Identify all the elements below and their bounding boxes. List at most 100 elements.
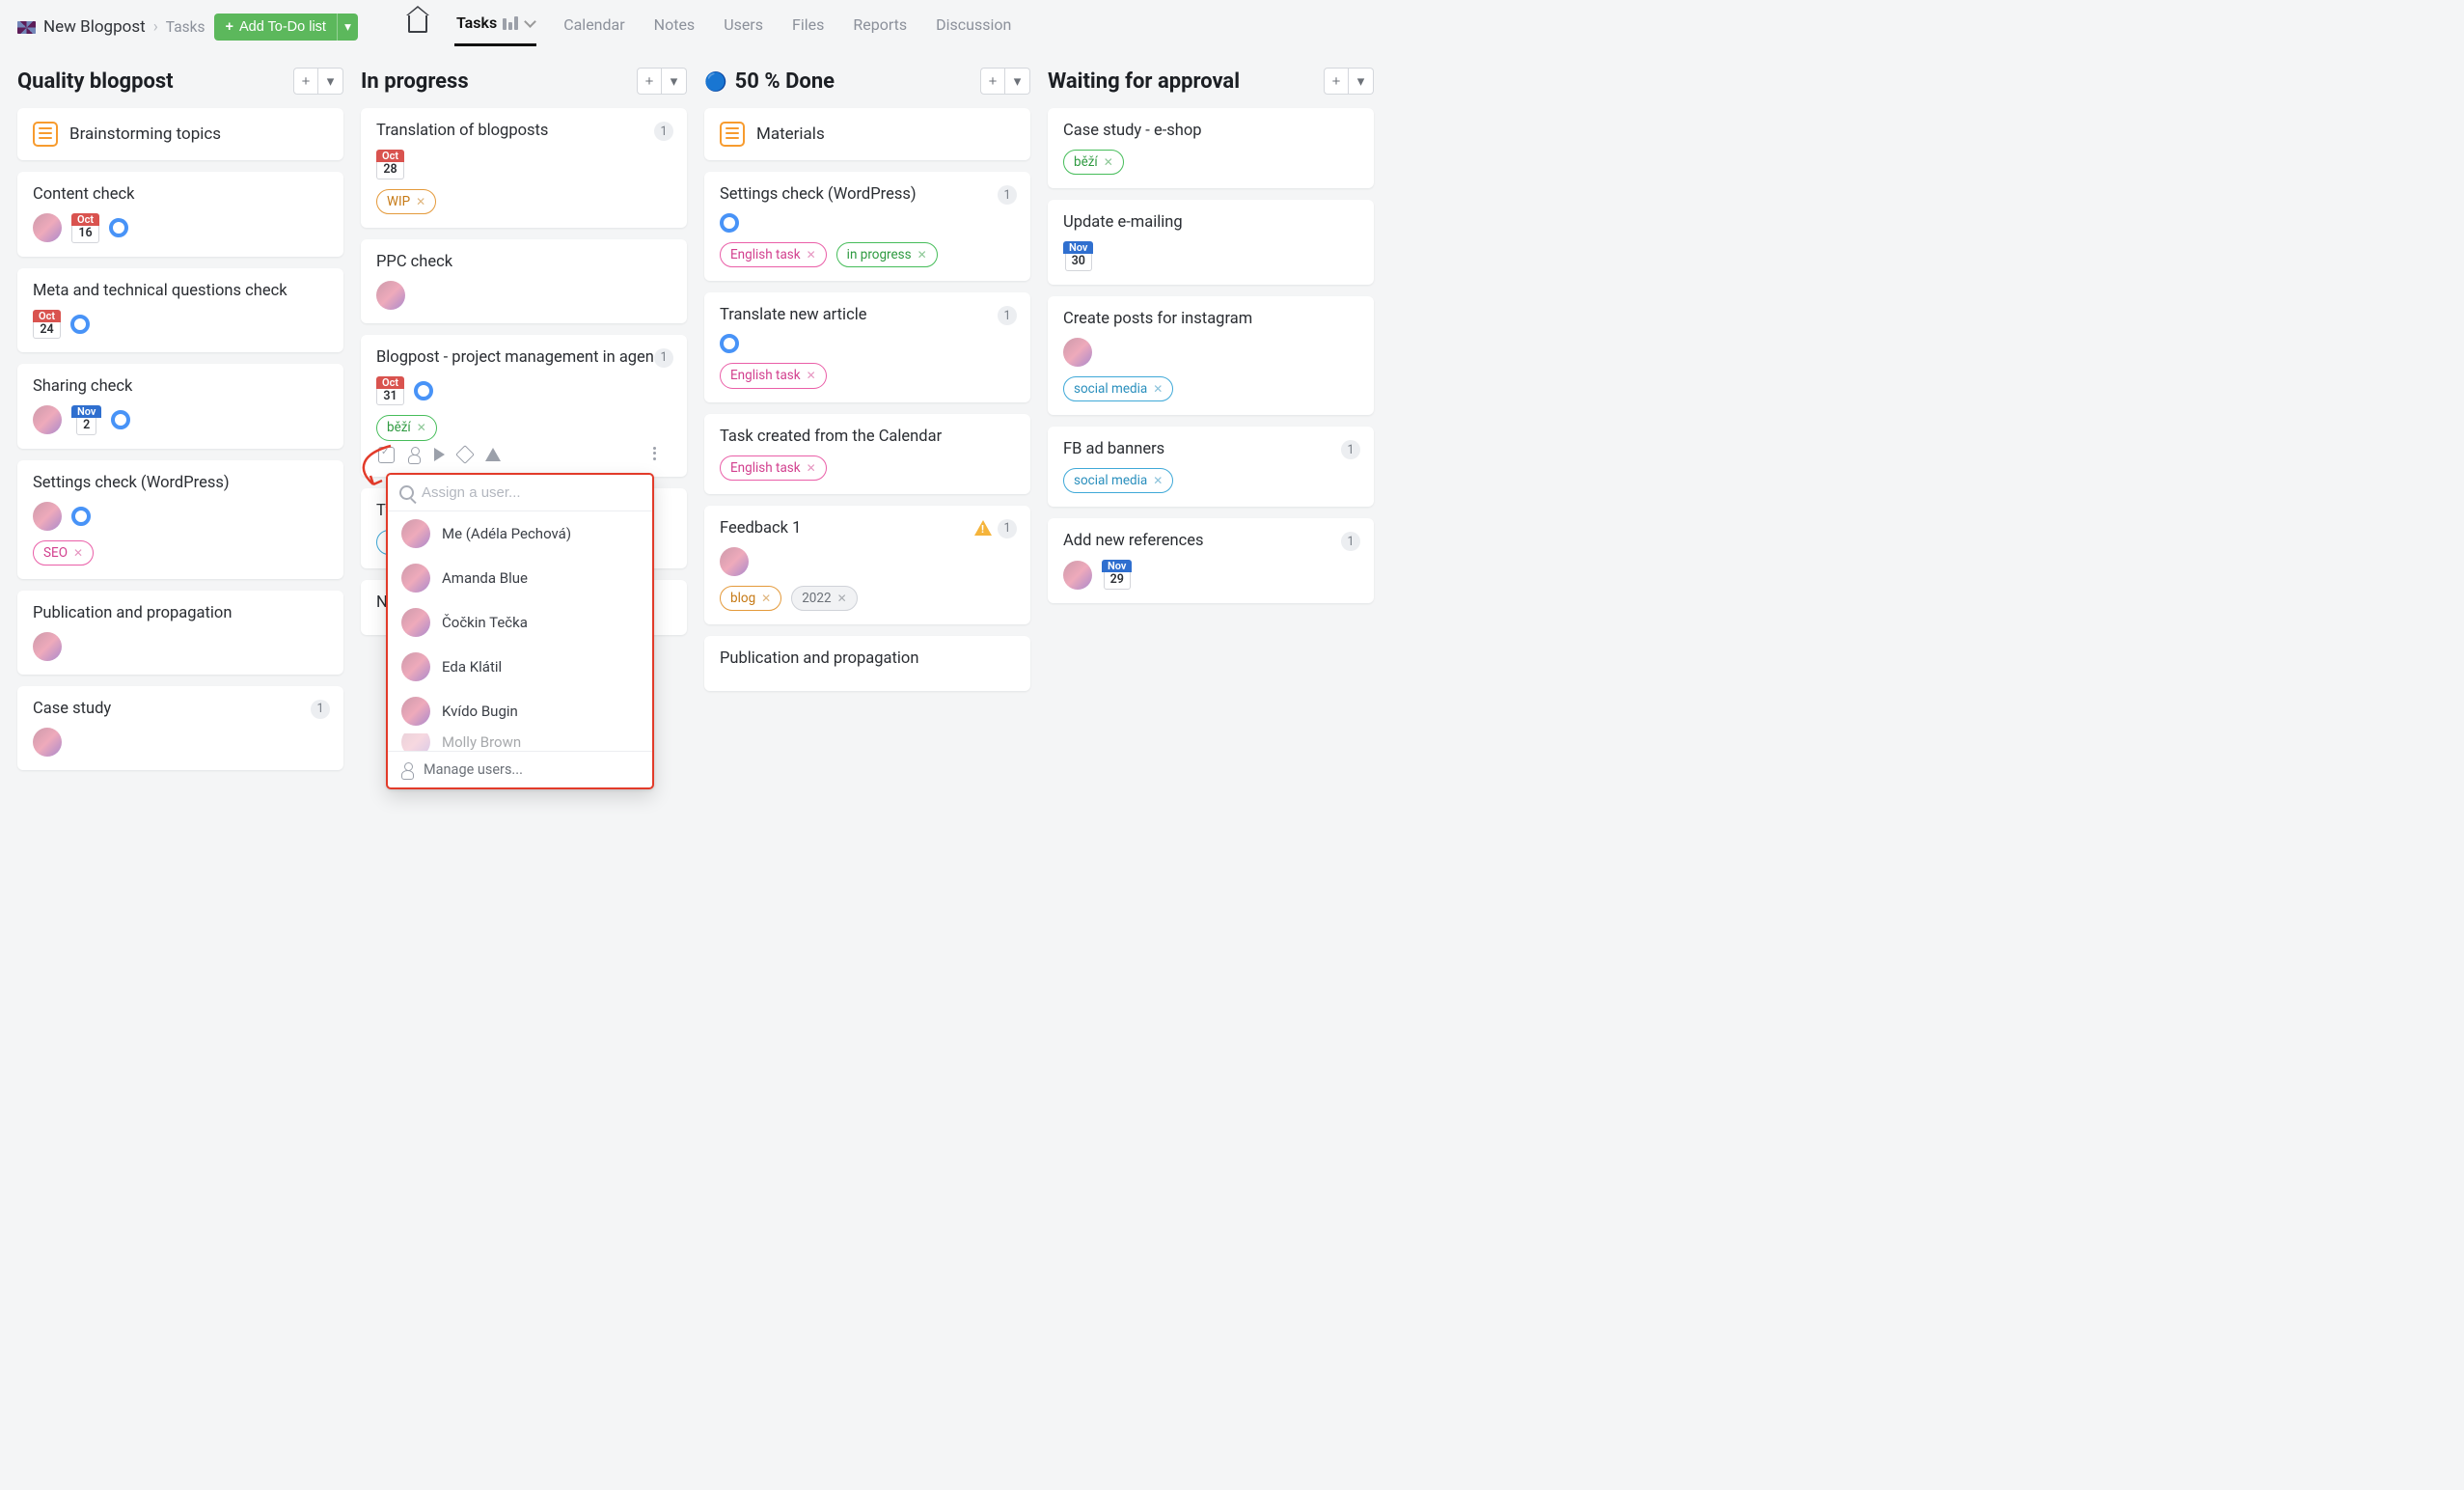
assign-icon[interactable] [408, 455, 421, 464]
breadcrumb-project[interactable]: New Blogpost [43, 17, 146, 37]
column-add-button[interactable]: + [980, 68, 1005, 95]
due-date[interactable]: Oct28 [376, 150, 404, 179]
task-card[interactable]: Settings check (WordPress)SEO✕ [17, 460, 343, 579]
tag[interactable]: běží✕ [376, 415, 437, 440]
tag-remove-icon[interactable]: ✕ [1153, 472, 1163, 489]
progress-ring-icon[interactable] [111, 410, 130, 429]
task-card[interactable]: Brainstorming topics [17, 108, 343, 160]
avatar[interactable] [33, 632, 62, 661]
avatar[interactable] [33, 502, 62, 531]
task-card[interactable]: Case study - e-shopběží✕ [1048, 108, 1374, 188]
task-card[interactable]: PPC check [361, 239, 687, 323]
tag[interactable]: English task✕ [720, 455, 827, 481]
column-add-button[interactable]: + [637, 68, 662, 95]
progress-ring-icon[interactable] [109, 218, 128, 237]
task-card[interactable]: Add new references1Nov29 [1048, 518, 1374, 603]
due-date[interactable]: Oct24 [33, 310, 61, 340]
avatar[interactable] [33, 728, 62, 757]
priority-icon[interactable] [485, 448, 501, 461]
tag-remove-icon[interactable]: ✕ [917, 246, 927, 263]
due-date[interactable]: Oct31 [376, 376, 404, 406]
add-todo-list-dropdown[interactable]: ▾ [337, 14, 358, 41]
tag[interactable]: SEO✕ [33, 540, 94, 566]
task-card[interactable]: Feedback 11blog✕2022✕ [704, 506, 1030, 624]
task-card[interactable]: Materials [704, 108, 1030, 160]
task-card[interactable]: Content checkOct16 [17, 172, 343, 257]
due-date[interactable]: Oct16 [71, 213, 99, 243]
tag-remove-icon[interactable]: ✕ [417, 419, 426, 436]
tag[interactable]: in progress✕ [836, 242, 938, 267]
tag-remove-icon[interactable]: ✕ [807, 459, 816, 477]
tag-remove-icon[interactable]: ✕ [807, 367, 816, 384]
task-card[interactable]: Update e-mailingNov30 [1048, 200, 1374, 285]
task-card[interactable]: Blogpost - project management in agency1… [361, 335, 687, 477]
tag-remove-icon[interactable]: ✕ [1104, 153, 1113, 171]
avatar[interactable] [376, 281, 405, 310]
column-menu-button[interactable]: ▾ [1349, 68, 1374, 95]
task-card[interactable]: Meta and technical questions checkOct24 [17, 268, 343, 353]
assign-user-option[interactable]: Amanda Blue [388, 556, 652, 600]
tag-remove-icon[interactable]: ✕ [73, 544, 83, 562]
tag[interactable]: běží✕ [1063, 150, 1124, 175]
tab-reports[interactable]: Reports [851, 10, 909, 45]
chevron-down-icon[interactable] [524, 15, 536, 28]
tab-files[interactable]: Files [790, 10, 826, 45]
assign-user-option[interactable]: Molly Brown [388, 733, 652, 751]
column-menu-button[interactable]: ▾ [318, 68, 343, 95]
due-date[interactable]: Nov30 [1063, 241, 1093, 271]
task-card[interactable]: Translation of blogposts1Oct28WIP✕ [361, 108, 687, 228]
tag[interactable]: social media✕ [1063, 376, 1173, 401]
tag[interactable]: English task✕ [720, 363, 827, 388]
tag[interactable]: English task✕ [720, 242, 827, 267]
tag-remove-icon[interactable]: ✕ [1153, 380, 1163, 398]
tag-remove-icon[interactable]: ✕ [761, 590, 771, 607]
progress-ring-icon[interactable] [720, 213, 739, 233]
task-card[interactable]: Create posts for instagramsocial media✕ [1048, 296, 1374, 415]
tag[interactable]: 2022✕ [791, 586, 857, 611]
task-card[interactable]: Task created from the CalendarEnglish ta… [704, 414, 1030, 494]
task-card[interactable]: Case study1 [17, 686, 343, 770]
avatar[interactable] [720, 547, 749, 576]
task-card[interactable]: Sharing checkNov2 [17, 364, 343, 449]
manage-users-link[interactable]: Manage users... [388, 751, 652, 787]
play-icon[interactable] [434, 448, 445, 461]
breadcrumb-section[interactable]: Tasks [166, 18, 205, 36]
tab-notes[interactable]: Notes [652, 10, 698, 45]
tag[interactable]: blog✕ [720, 586, 781, 611]
tag-icon[interactable] [455, 445, 475, 464]
tab-tasks[interactable]: Tasks [454, 8, 536, 46]
task-card[interactable]: Settings check (WordPress)1English task✕… [704, 172, 1030, 281]
progress-ring-icon[interactable] [414, 381, 433, 400]
avatar[interactable] [1063, 561, 1092, 590]
column-add-button[interactable]: + [293, 68, 318, 95]
tab-users[interactable]: Users [722, 10, 765, 45]
progress-ring-icon[interactable] [71, 507, 91, 526]
assign-user-option[interactable]: Eda Klátil [388, 645, 652, 689]
column-menu-button[interactable]: ▾ [1005, 68, 1030, 95]
column-menu-button[interactable]: ▾ [662, 68, 687, 95]
avatar[interactable] [33, 405, 62, 434]
due-date[interactable]: Nov29 [1102, 560, 1132, 590]
assign-search-input[interactable] [422, 484, 641, 501]
avatar[interactable] [33, 213, 62, 242]
more-icon[interactable] [653, 447, 670, 463]
assign-user-option[interactable]: Čočkin Tečka [388, 600, 652, 645]
add-todo-list-button[interactable]: + Add To-Do list [214, 14, 336, 41]
tag[interactable]: social media✕ [1063, 468, 1173, 493]
tag-remove-icon[interactable]: ✕ [807, 246, 816, 263]
task-card[interactable]: FB ad banners1social media✕ [1048, 427, 1374, 507]
progress-ring-icon[interactable] [70, 315, 90, 334]
tag-remove-icon[interactable]: ✕ [416, 193, 425, 210]
tab-discussion[interactable]: Discussion [934, 10, 1013, 45]
avatar[interactable] [1063, 338, 1092, 367]
task-card[interactable]: Translate new article1English task✕ [704, 292, 1030, 401]
tag-remove-icon[interactable]: ✕ [837, 590, 847, 607]
tab-calendar[interactable]: Calendar [561, 10, 626, 45]
assign-user-option[interactable]: Me (Adéla Pechová) [388, 511, 652, 556]
due-date[interactable]: Nov2 [71, 405, 101, 435]
progress-ring-icon[interactable] [720, 334, 739, 353]
assign-user-option[interactable]: Kvído Bugin [388, 689, 652, 733]
task-card[interactable]: Publication and propagation [17, 591, 343, 675]
tab-home[interactable] [406, 10, 429, 44]
tag[interactable]: WIP✕ [376, 189, 436, 214]
